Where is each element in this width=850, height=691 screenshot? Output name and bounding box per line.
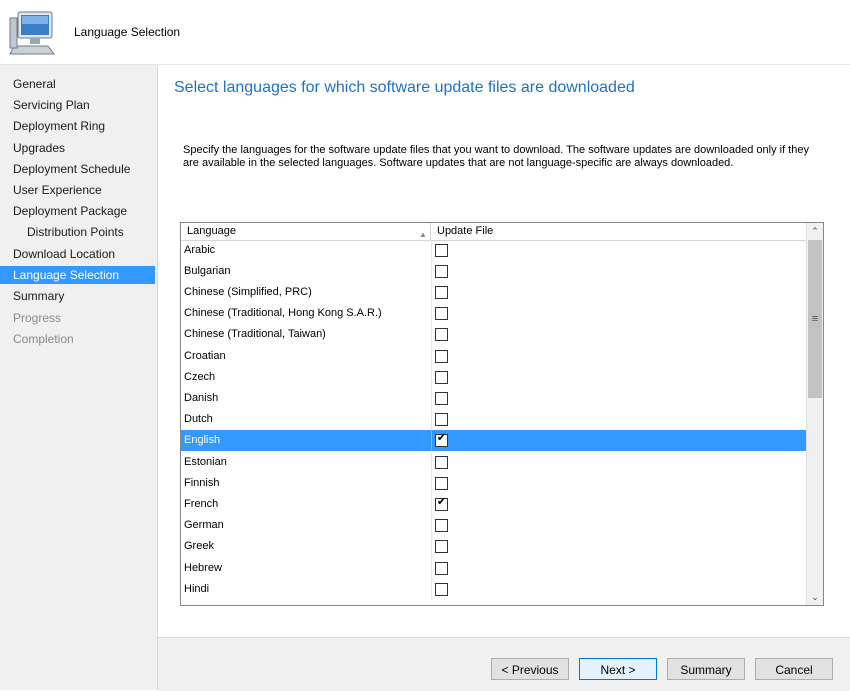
wizard-title: Language Selection <box>74 25 181 39</box>
update-file-checkbox[interactable] <box>435 328 448 341</box>
nav-distribution-points[interactable]: Distribution Points <box>0 223 155 241</box>
next-button[interactable]: Next > <box>579 658 657 680</box>
table-row[interactable]: German <box>181 515 807 536</box>
nav-download-location[interactable]: Download Location <box>0 245 155 263</box>
page-description: Specify the languages for the software u… <box>183 144 809 169</box>
update-file-checkbox[interactable] <box>435 456 448 469</box>
nav-deployment-schedule[interactable]: Deployment Schedule <box>0 160 155 178</box>
update-file-checkbox[interactable] <box>435 350 448 363</box>
update-file-checkbox[interactable]: ✔ <box>435 496 448 511</box>
update-file-checkbox[interactable] <box>435 562 448 575</box>
table-row[interactable]: Greek <box>181 536 807 557</box>
table-row[interactable]: Dutch <box>181 409 807 430</box>
update-file-checkbox[interactable] <box>435 265 448 278</box>
column-header-language-label: Language <box>187 225 236 237</box>
nav-servicing-plan[interactable]: Servicing Plan <box>0 96 155 114</box>
language-name: Chinese (Traditional, Hong Kong S.A.R.) <box>184 307 382 319</box>
language-grid[interactable]: Language ▲ Update File Arabic Bulgarian … <box>180 222 824 606</box>
nav-language-selection[interactable]: Language Selection <box>0 266 155 284</box>
computer-icon <box>9 11 55 55</box>
scroll-up-icon[interactable]: ⌃ <box>807 223 823 239</box>
language-name: Dutch <box>184 413 213 425</box>
table-row-selected[interactable]: English ✔ <box>181 430 807 451</box>
summary-button[interactable]: Summary <box>667 658 745 680</box>
language-name: Croatian <box>184 350 226 362</box>
language-name: Chinese (Traditional, Taiwan) <box>184 328 326 340</box>
language-name: French <box>184 498 219 510</box>
checkmark-icon: ✔ <box>436 432 447 444</box>
scroll-down-icon[interactable]: ⌄ <box>807 589 823 605</box>
update-file-checkbox[interactable] <box>435 244 448 257</box>
language-name: Hebrew <box>184 562 222 574</box>
table-row[interactable]: Bulgarian <box>181 261 807 282</box>
nav-progress: Progress <box>13 311 62 325</box>
language-name: Arabic <box>184 244 216 256</box>
update-file-checkbox[interactable] <box>435 286 448 299</box>
table-row[interactable]: Chinese (Traditional, Taiwan) <box>181 324 807 345</box>
language-name: German <box>184 519 224 531</box>
checkmark-icon: ✔ <box>436 496 447 508</box>
nav-deployment-ring[interactable]: Deployment Ring <box>0 117 155 135</box>
update-file-checkbox[interactable]: ✔ <box>435 432 448 447</box>
nav-user-experience[interactable]: User Experience <box>0 181 155 199</box>
table-row[interactable]: Hindi <box>181 579 807 600</box>
wizard-header: Language Selection <box>0 0 850 65</box>
language-name: English <box>184 434 221 446</box>
language-name: Greek <box>184 540 214 552</box>
table-row[interactable]: Finnish <box>181 473 807 494</box>
update-file-checkbox[interactable] <box>435 583 448 596</box>
scrollbar-thumb[interactable]: ≡ <box>808 240 822 398</box>
language-name: Chinese (Simplified, PRC) <box>184 286 312 298</box>
table-row[interactable]: Arabic <box>181 240 807 261</box>
nav-summary[interactable]: Summary <box>0 287 155 305</box>
column-header-update-file[interactable]: Update File <box>437 223 493 240</box>
update-file-checkbox[interactable] <box>435 519 448 532</box>
update-file-checkbox[interactable] <box>435 371 448 384</box>
table-row[interactable]: French ✔ <box>181 494 807 515</box>
update-file-checkbox[interactable] <box>435 392 448 405</box>
update-file-checkbox[interactable] <box>435 477 448 490</box>
table-row[interactable]: Croatian <box>181 346 807 367</box>
nav-general[interactable]: General <box>0 75 155 93</box>
language-name: Danish <box>184 392 219 404</box>
grip-icon: ≡ <box>811 313 819 325</box>
update-file-checkbox[interactable] <box>435 413 448 426</box>
table-row[interactable]: Czech <box>181 367 807 388</box>
wizard-nav: General Servicing Plan Deployment Ring U… <box>0 65 158 690</box>
update-file-checkbox[interactable] <box>435 540 448 553</box>
table-row[interactable]: Chinese (Traditional, Hong Kong S.A.R.) <box>181 303 807 324</box>
language-name: Estonian <box>184 456 227 468</box>
grid-header: Language ▲ Update File <box>181 223 807 241</box>
vertical-scrollbar[interactable]: ⌃ ≡ ⌄ <box>806 223 823 605</box>
language-name: Czech <box>184 371 216 383</box>
nav-upgrades[interactable]: Upgrades <box>0 139 155 157</box>
page-title: Select languages for which software upda… <box>174 79 635 96</box>
table-row[interactable]: Danish <box>181 388 807 409</box>
previous-button[interactable]: < Previous <box>491 658 569 680</box>
column-header-language[interactable]: Language ▲ <box>181 223 431 240</box>
table-row[interactable]: Estonian <box>181 452 807 473</box>
update-file-checkbox[interactable] <box>435 307 448 320</box>
nav-deployment-package[interactable]: Deployment Package <box>0 202 155 220</box>
wizard-footer: < Previous Next > Summary Cancel <box>158 637 850 691</box>
language-name: Finnish <box>184 477 220 489</box>
table-row[interactable]: Hebrew <box>181 558 807 579</box>
table-row[interactable]: Chinese (Simplified, PRC) <box>181 282 807 303</box>
language-name: Bulgarian <box>184 265 231 277</box>
nav-completion: Completion <box>13 332 74 346</box>
cancel-button[interactable]: Cancel <box>755 658 833 680</box>
language-name: Hindi <box>184 583 210 595</box>
